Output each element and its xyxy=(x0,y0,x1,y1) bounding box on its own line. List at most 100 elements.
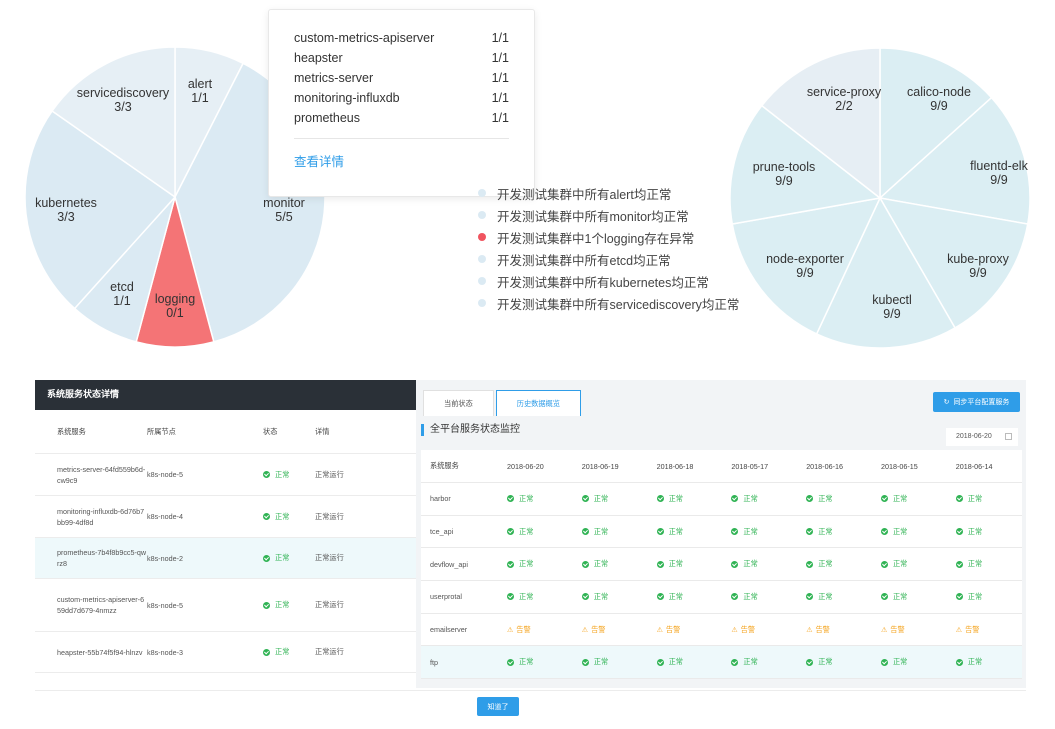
check-circle-icon xyxy=(731,560,739,568)
history-row[interactable]: devflow_api 正常 正常 正常 正常 正常 正常 正常 xyxy=(421,548,1022,582)
history-row[interactable]: emailserver ⚠ 告警 ⚠ 告警 ⚠ 告警 ⚠ 告警 ⚠ 告警 ⚠ 告警 ⚠ 告警 xyxy=(421,614,1022,647)
footer-divider xyxy=(35,690,1026,691)
cell-status: 正常 xyxy=(263,470,315,480)
tab-current-status[interactable]: 当前状态 xyxy=(423,390,494,416)
check-circle-icon xyxy=(955,658,963,666)
check-circle-icon xyxy=(731,593,739,601)
cell-status: 正常 xyxy=(263,647,315,657)
history-status-cell: 正常 xyxy=(806,592,881,602)
history-header-cell: 2018-06-14 xyxy=(955,461,993,471)
history-row[interactable]: tce_api 正常 正常 正常 正常 正常 正常 正常 xyxy=(421,516,1022,549)
history-status-cell: 正常 xyxy=(656,592,732,602)
check-circle-icon xyxy=(507,495,514,503)
warning-icon: ⚠ xyxy=(656,626,663,634)
ok-label: 正常 xyxy=(593,591,609,601)
tooltip-row-name: prometheus xyxy=(294,111,361,125)
table-row[interactable]: heapster-55b74f5f94-hlnzv k8s-node-3 正常 正常运… xyxy=(35,632,416,673)
history-service: tce_api xyxy=(430,527,454,537)
ok-label: 正常 xyxy=(967,493,983,503)
table-row[interactable]: metrics-server-64fd559b6d-cw9c9 k8s-node-… xyxy=(35,454,416,496)
history-status-cell: 正常 xyxy=(955,591,1031,602)
monitor-tooltip: custom-metrics-apiserver 1/1 heapster 1/1 me… xyxy=(268,9,535,197)
check-circle-icon xyxy=(581,593,589,601)
slice-value: 1/1 xyxy=(113,294,130,308)
right-pie-chart: calico-node9/9fluentd-elk9/9kube-proxy9/… xyxy=(729,47,1031,349)
ok-label: 正常 xyxy=(519,559,534,569)
ok-label: 正常 xyxy=(593,559,609,569)
tooltip-row: prometheus 1/1 xyxy=(294,108,509,128)
history-row[interactable]: ftp 正常 正常 正常 正常 正常 正常 正常 xyxy=(421,646,1022,680)
history-status-cell: 正常 xyxy=(955,527,1031,537)
check-circle-icon xyxy=(806,593,814,601)
status-dot-icon xyxy=(478,189,486,197)
status-label: 正常 xyxy=(275,553,290,562)
check-circle-icon xyxy=(880,593,888,601)
status-text: 开发测试集群中所有kubernetes均正常 xyxy=(497,275,709,290)
warning-icon: ⚠ xyxy=(507,626,514,634)
check-circle-icon xyxy=(880,560,888,568)
date-picker[interactable]: 2018-06-20 xyxy=(946,428,1018,446)
ok-label: 正常 xyxy=(818,493,833,503)
ok-label: 正常 xyxy=(519,591,534,601)
tab-history-overview[interactable]: 历史数据概览 xyxy=(495,390,581,416)
check-circle-icon xyxy=(731,495,739,503)
check-circle-icon xyxy=(263,471,270,478)
check-circle-icon xyxy=(656,658,664,666)
status-item: 开发测试集群中所有kubernetes均正常 xyxy=(478,270,739,292)
history-status-cell: 正常 xyxy=(656,657,732,667)
history-status-cell: ⚠ 告警 xyxy=(507,625,582,635)
service-detail-table: 系统服务 所属节点 状态 详情 metrics-server-64fd559b6… xyxy=(35,410,416,673)
table-row[interactable]: custom-metrics-apiserver-659dd7d679-4nmz… xyxy=(35,579,416,632)
history-row[interactable]: harbor 正常 正常 正常 正常 正常 正常 正常 xyxy=(421,483,1022,516)
slice-value: 2/2 xyxy=(835,99,852,113)
cell-node: k8s-node-5 xyxy=(147,470,183,479)
check-circle-icon xyxy=(806,560,814,568)
ok-label: 正常 xyxy=(593,526,609,536)
slice-label: servicediscovery xyxy=(77,86,170,100)
status-list: 开发测试集群中所有alert均正常 开发测试集群中所有monitor均正常 开发测试… xyxy=(478,182,739,314)
history-header-cell: 2018-06-16 xyxy=(806,461,843,471)
ok-label: 正常 xyxy=(593,657,609,667)
history-service: ftp xyxy=(430,657,438,667)
history-status-cell: 正常 xyxy=(731,657,806,667)
history-status-cell: 正常 xyxy=(656,494,732,504)
check-circle-icon xyxy=(731,658,739,666)
warn-label: 告警 xyxy=(665,624,681,634)
history-status-cell: ⚠ 告警 xyxy=(582,625,657,635)
history-row[interactable]: userprotal 正常 正常 正常 正常 正常 正常 正常 xyxy=(421,581,1022,614)
ok-label: 正常 xyxy=(818,559,833,569)
history-status-cell: 正常 xyxy=(581,494,657,504)
history-status-cell: ⚠ 告警 xyxy=(956,625,1031,635)
slice-label: node-exporter xyxy=(766,252,844,266)
status-dot-icon xyxy=(478,233,486,241)
header-status: 状态 xyxy=(263,426,278,436)
tooltip-row-value: 1/1 xyxy=(491,111,509,125)
history-status-cell: 正常 xyxy=(806,657,881,667)
tooltip-row-value: 1/1 xyxy=(491,71,509,85)
cell-service: custom-metrics-apiserver-659dd7d679-4nmz… xyxy=(57,595,145,615)
table-header: 系统服务 所属节点 状态 详情 xyxy=(35,410,416,454)
history-status-cell: 正常 xyxy=(507,494,582,504)
table-row[interactable]: prometheus-7b4f8b9cc5-qwrz8 k8s-node-2 正常 正… xyxy=(35,538,416,579)
sync-config-button[interactable]: ↻ 同步平台配置服务 xyxy=(933,392,1020,412)
history-status-cell: 正常 xyxy=(507,657,582,667)
warn-label: 告警 xyxy=(591,624,606,634)
tooltip-row-name: metrics-server xyxy=(294,71,374,85)
ok-label: 正常 xyxy=(892,591,908,601)
history-status-cell: 正常 xyxy=(507,527,582,537)
check-circle-icon xyxy=(263,601,270,609)
check-circle-icon xyxy=(507,560,514,568)
ok-button[interactable]: 知道了 xyxy=(477,697,519,716)
ok-label: 正常 xyxy=(967,591,983,601)
history-status-cell: 正常 xyxy=(507,592,582,602)
history-status-cell: 正常 xyxy=(955,657,1031,667)
check-circle-icon xyxy=(656,593,664,601)
warning-icon: ⚠ xyxy=(880,626,888,634)
history-status-cell: 正常 xyxy=(581,526,657,537)
check-circle-icon xyxy=(731,528,739,536)
date-value: 2018-06-20 xyxy=(956,433,992,440)
cell-detail: 正常运行 xyxy=(315,600,344,609)
check-circle-icon xyxy=(955,560,963,568)
table-row[interactable]: monitoring-influxdb-6d76b7bb99-4df8d k8s-… xyxy=(35,496,416,538)
view-details-link[interactable]: 查看详情 xyxy=(294,151,509,170)
